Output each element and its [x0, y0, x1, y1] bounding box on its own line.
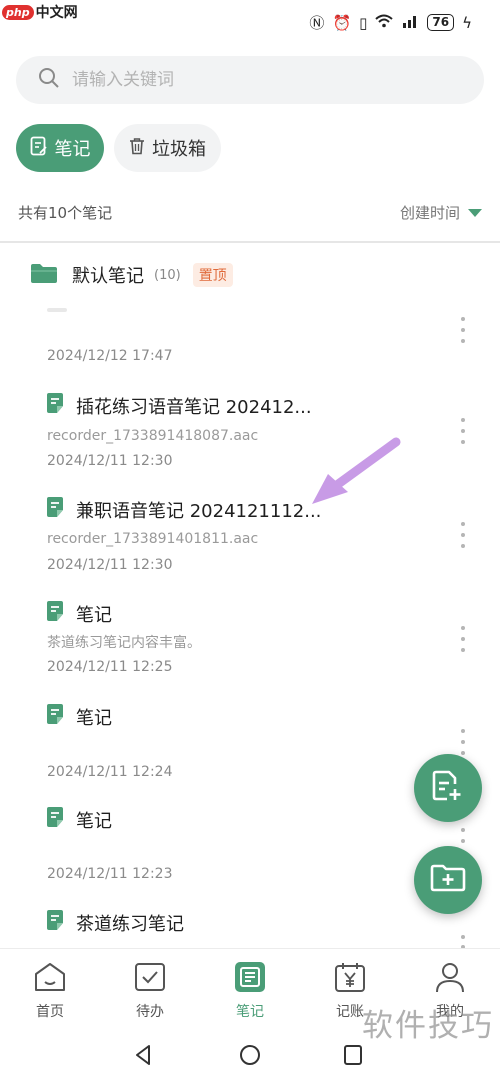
alarm-icon: ⏰	[332, 13, 352, 32]
note-doc-icon	[46, 600, 64, 627]
more-options-icon[interactable]	[456, 317, 470, 343]
note-date: 2024/12/11 12:30	[47, 557, 173, 573]
note-date: 2024/12/11 12:30	[47, 453, 173, 469]
note-subtitle: recorder_1733891401811.aac	[47, 531, 259, 547]
home-icon	[32, 961, 68, 997]
folder-header[interactable]: 默认笔记 (10) 置顶	[30, 262, 233, 288]
note-edit-icon	[30, 136, 48, 161]
back-icon[interactable]	[133, 1044, 153, 1070]
more-options-icon[interactable]	[456, 935, 470, 949]
ledger-icon	[333, 961, 367, 997]
new-folder-button[interactable]	[414, 846, 482, 914]
note-title-row: 笔记	[46, 806, 112, 833]
nav-todo-label: 待办	[136, 1004, 164, 1020]
watermark-php-logo: php 中文网	[2, 2, 78, 22]
watermark-badge: php	[2, 4, 34, 20]
note-doc-icon	[46, 496, 64, 523]
note-title: 笔记	[76, 604, 112, 626]
note-date: 2024/12/11 12:23	[47, 866, 173, 882]
note-title-row: 兼职语音笔记 2024121112...	[46, 496, 321, 523]
note-icon-partial	[47, 308, 67, 312]
nav-todo[interactable]: 待办	[100, 949, 200, 1028]
search-bar[interactable]	[16, 56, 484, 104]
divider	[0, 241, 500, 243]
watermark-bottom: 软件技巧	[362, 1008, 494, 1044]
wifi-icon	[375, 14, 394, 32]
search-icon	[38, 67, 60, 93]
profile-icon	[433, 961, 467, 997]
note-doc-icon	[46, 392, 64, 419]
note-item[interactable]: 茶道练习笔记	[0, 909, 500, 949]
note-item[interactable]: 插花练习语音笔记 202412... recorder_173389141808…	[0, 392, 500, 492]
pinned-badge: 置顶	[192, 263, 233, 287]
note-title: 笔记	[76, 810, 112, 832]
note-title-row: 笔记	[46, 703, 112, 730]
folder-icon	[30, 262, 58, 288]
watermark-text: 中文网	[35, 5, 78, 21]
note-subtitle: 茶道练习笔记内容丰富。	[47, 635, 201, 651]
trash-icon	[129, 137, 145, 160]
vibrate-icon: ▯	[359, 13, 368, 32]
note-title-row: 笔记	[46, 600, 112, 627]
note-item[interactable]: 笔记 茶道练习笔记内容丰富。 2024/12/11 12:25	[0, 600, 500, 700]
note-date: 2024/12/11 12:25	[47, 659, 173, 675]
nav-home[interactable]: 首页	[0, 949, 100, 1028]
note-title-row: 茶道练习笔记	[46, 909, 184, 936]
status-icons: Ⓝ ⏰ ▯ 76 ϟ	[309, 12, 472, 33]
status-bar: php 中文网 Ⓝ ⏰ ▯ 76 ϟ	[0, 0, 500, 42]
more-options-icon[interactable]	[456, 626, 470, 652]
folder-name: 默认笔记	[72, 266, 144, 287]
nav-home-label: 首页	[36, 1004, 64, 1020]
recents-icon[interactable]	[343, 1044, 363, 1070]
filter-notes-chip[interactable]: 笔记	[16, 124, 104, 172]
add-note-icon	[431, 770, 465, 806]
note-title-row: 插花练习语音笔记 202412...	[46, 392, 312, 419]
filter-notes-label: 笔记	[54, 139, 91, 160]
folder-count: (10)	[154, 267, 181, 283]
search-input[interactable]	[72, 70, 432, 90]
annotation-arrow	[312, 437, 401, 504]
notes-icon	[233, 961, 267, 997]
sort-dropdown[interactable]: 创建时间	[400, 202, 482, 223]
more-options-icon[interactable]	[456, 729, 470, 755]
signal-icon	[401, 14, 419, 32]
nav-notes-label: 笔记	[236, 1004, 264, 1020]
filter-trash-label: 垃圾箱	[152, 139, 206, 160]
note-title: 兼职语音笔记 2024121112...	[76, 500, 322, 522]
battery-indicator: 76	[427, 14, 455, 31]
note-subtitle: recorder_1733891418087.aac	[47, 428, 259, 444]
note-doc-icon	[46, 806, 64, 833]
nav-notes[interactable]: 笔记	[200, 949, 300, 1028]
note-doc-icon	[46, 703, 64, 730]
new-note-button[interactable]	[414, 754, 482, 822]
note-doc-icon	[46, 909, 64, 936]
filter-trash-chip[interactable]: 垃圾箱	[114, 124, 221, 172]
note-date: 2024/12/12 17:47	[47, 348, 173, 364]
sort-label: 创建时间	[399, 204, 460, 222]
note-title: 笔记	[76, 707, 112, 729]
note-date: 2024/12/11 12:24	[47, 764, 173, 780]
todo-icon	[133, 961, 167, 997]
nav-ledger-label: 记账	[336, 1004, 364, 1020]
notes-count: 共有10个笔记	[18, 204, 113, 222]
note-title: 茶道练习笔记	[76, 913, 184, 935]
nfc-icon: Ⓝ	[309, 14, 325, 32]
charging-icon: ϟ	[462, 13, 472, 32]
note-item[interactable]: 兼职语音笔记 2024121112... recorder_1733891401…	[0, 496, 500, 596]
caret-down-icon	[468, 208, 482, 217]
note-title: 插花练习语音笔记 202412...	[76, 396, 312, 418]
home-circle-icon[interactable]	[239, 1044, 261, 1070]
more-options-icon[interactable]	[456, 522, 470, 548]
note-item[interactable]: 2024/12/12 17:47	[0, 300, 500, 390]
more-options-icon[interactable]	[456, 418, 470, 444]
add-folder-icon	[430, 863, 466, 897]
